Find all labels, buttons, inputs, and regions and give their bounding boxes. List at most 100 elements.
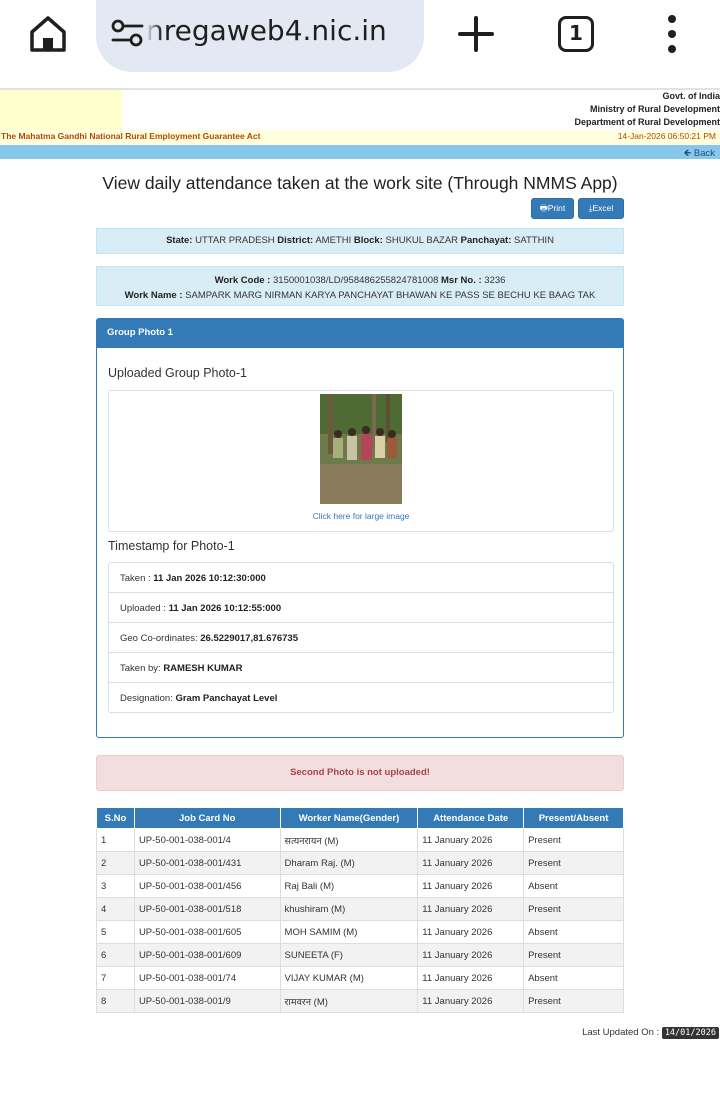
table-header-row: S.No Job Card No Worker Name(Gender) Att… [96, 807, 624, 829]
url-bar[interactable]: nregaweb4.nic.in [96, 0, 424, 72]
block-label: Block: [353, 235, 383, 246]
msr-value: 3236 [484, 275, 506, 286]
panchayat-value: SATTHIN [514, 235, 554, 246]
uploaded-value: 11 Jan 2026 10:12:55:000 [168, 603, 282, 614]
taken-row: Taken : 11 Jan 2026 10:12:30:000 [109, 563, 613, 593]
cell-worker-name: रामवरन (M) [279, 989, 419, 1013]
table-row: 7 UP-50-001-038-001/74 VIJAY KUMAR (M) 1… [96, 966, 624, 990]
table-row: 5 UP-50-001-038-001/605 MOH SAMIM (M) 11… [96, 920, 624, 944]
designation-row: Designation: Gram Panchayat Level [109, 683, 613, 712]
cell-date: 11 January 2026 [417, 828, 525, 852]
taken-by-row: Taken by: RAMESH KUMAR [109, 653, 613, 683]
cell-worker-name: MOH SAMIM (M) [279, 920, 419, 944]
col-worker-name: Worker Name(Gender) [279, 807, 419, 829]
state-value: UTTAR PRADESH [195, 235, 275, 246]
photo-container: Click here for large image [108, 390, 614, 532]
cell-worker-name: VIJAY KUMAR (M) [279, 966, 419, 990]
table-row: 3 UP-50-001-038-001/456 Raj Bali (M) 11 … [96, 874, 624, 898]
cell-job-card: UP-50-001-038-001/605 [133, 920, 281, 944]
cell-job-card: UP-50-001-038-001/609 [133, 943, 281, 967]
cell-status: Present [523, 989, 624, 1013]
ministry-line: Ministry of Rural Development [589, 104, 720, 114]
group-photo-panel: Group Photo 1 Uploaded Group Photo-1 Cli… [96, 318, 624, 738]
group-photo-image[interactable] [320, 394, 402, 504]
cell-worker-name: khushiram (M) [279, 897, 419, 921]
cell-job-card: UP-50-001-038-001/4 [133, 828, 281, 852]
state-label: State: [166, 235, 193, 246]
department-line: Department of Rural Development [574, 117, 720, 127]
url-text[interactable]: nregaweb4.nic.in [146, 14, 387, 47]
location-info: State: UTTAR PRADESH District: AMETHI Bl… [96, 228, 624, 254]
uploaded-label: Uploaded : [120, 603, 166, 614]
cell-date: 11 January 2026 [417, 943, 525, 967]
excel-button[interactable]: ⤓Excel [578, 198, 624, 219]
govt-info: Govt. of India Ministry of Rural Develop… [574, 90, 720, 129]
last-updated-date: 14/01/2026 [661, 1027, 719, 1039]
uploaded-photo-heading: Uploaded Group Photo-1 [108, 366, 247, 380]
more-options-icon[interactable] [660, 14, 684, 54]
url-fade [146, 14, 162, 54]
cell-worker-name: सत्यनरायन (M) [279, 828, 419, 852]
cell-date: 11 January 2026 [417, 989, 525, 1013]
table-row: 8 UP-50-001-038-001/9 रामवरन (M) 11 Janu… [96, 989, 624, 1013]
last-updated: Last Updated On : 14/01/2026 [582, 1027, 719, 1039]
cell-worker-name: Dharam Raj. (M) [279, 851, 419, 875]
panel-heading: Group Photo 1 [97, 319, 623, 348]
second-photo-alert: Second Photo is not uploaded! [96, 755, 624, 791]
site-settings-icon[interactable] [110, 18, 146, 48]
geo-label: Geo Co-ordinates: [120, 633, 198, 644]
msr-label: Msr No. : [441, 275, 482, 286]
tab-switcher-button[interactable]: 1 [558, 16, 594, 52]
geo-value: 26.5229017,81.676735 [200, 633, 299, 644]
cell-status: Present [523, 828, 624, 852]
work-name-line: Work Name : SAMPARK MARG NIRMAN KARYA PA… [97, 288, 623, 303]
cell-job-card: UP-50-001-038-001/9 [133, 989, 281, 1013]
large-image-link[interactable]: Click here for large image [109, 511, 613, 521]
attendance-table: S.No Job Card No Worker Name(Gender) Att… [96, 807, 624, 1013]
cell-date: 11 January 2026 [417, 920, 525, 944]
cell-job-card: UP-50-001-038-001/431 [133, 851, 281, 875]
cell-sno: 6 [96, 943, 135, 967]
work-info: Work Code : 3150001038/LD/95848625582478… [96, 266, 624, 306]
cell-worker-name: SUNEETA (F) [279, 943, 419, 967]
cell-status: Absent [523, 874, 624, 898]
print-button[interactable]: 🖶Print [531, 198, 574, 219]
back-arrow-icon: 🡸 [683, 148, 692, 159]
server-datetime: 14-Jan-2026 06:50:21 PM [617, 131, 716, 141]
home-icon[interactable] [26, 12, 70, 56]
cell-sno: 5 [96, 920, 135, 944]
act-strip: The Mahatma Gandhi National Rural Employ… [0, 130, 720, 144]
cell-date: 11 January 2026 [417, 966, 525, 990]
timestamp-list: Taken : 11 Jan 2026 10:12:30:000 Uploade… [108, 562, 614, 713]
cell-sno: 4 [96, 897, 135, 921]
back-link[interactable]: 🡸 Back [684, 146, 715, 162]
district-label: District: [277, 235, 314, 246]
cell-status: Absent [523, 966, 624, 990]
act-name: The Mahatma Gandhi National Rural Employ… [1, 131, 261, 141]
cell-date: 11 January 2026 [417, 851, 525, 875]
cell-job-card: UP-50-001-038-001/456 [133, 874, 281, 898]
cell-status: Absent [523, 920, 624, 944]
table-row: 1 UP-50-001-038-001/4 सत्यनरायन (M) 11 J… [96, 828, 624, 852]
district-value: AMETHI [315, 235, 352, 246]
back-label: Back [693, 148, 715, 159]
cell-sno: 2 [96, 851, 135, 875]
print-icon: 🖶 [539, 203, 548, 213]
cell-worker-name: Raj Bali (M) [279, 874, 419, 898]
cell-sno: 1 [96, 828, 135, 852]
work-code-label: Work Code : [214, 275, 271, 286]
panchayat-label: Panchayat: [460, 235, 512, 246]
taken-label: Taken : [120, 573, 151, 584]
work-name-label: Work Name : [124, 290, 183, 301]
taken-value: 11 Jan 2026 10:12:30:000 [153, 573, 266, 584]
cell-job-card: UP-50-001-038-001/518 [133, 897, 281, 921]
print-label: Print [547, 203, 566, 213]
cell-job-card: UP-50-001-038-001/74 [133, 966, 281, 990]
new-tab-icon[interactable] [456, 14, 496, 54]
last-updated-label: Last Updated On : [582, 1027, 660, 1038]
cell-status: Present [523, 851, 624, 875]
cell-sno: 7 [96, 966, 135, 990]
cell-date: 11 January 2026 [417, 874, 525, 898]
work-code-value: 3150001038/LD/958486255824781008 [273, 275, 439, 286]
nav-bar: 🡸 Back [0, 145, 720, 159]
